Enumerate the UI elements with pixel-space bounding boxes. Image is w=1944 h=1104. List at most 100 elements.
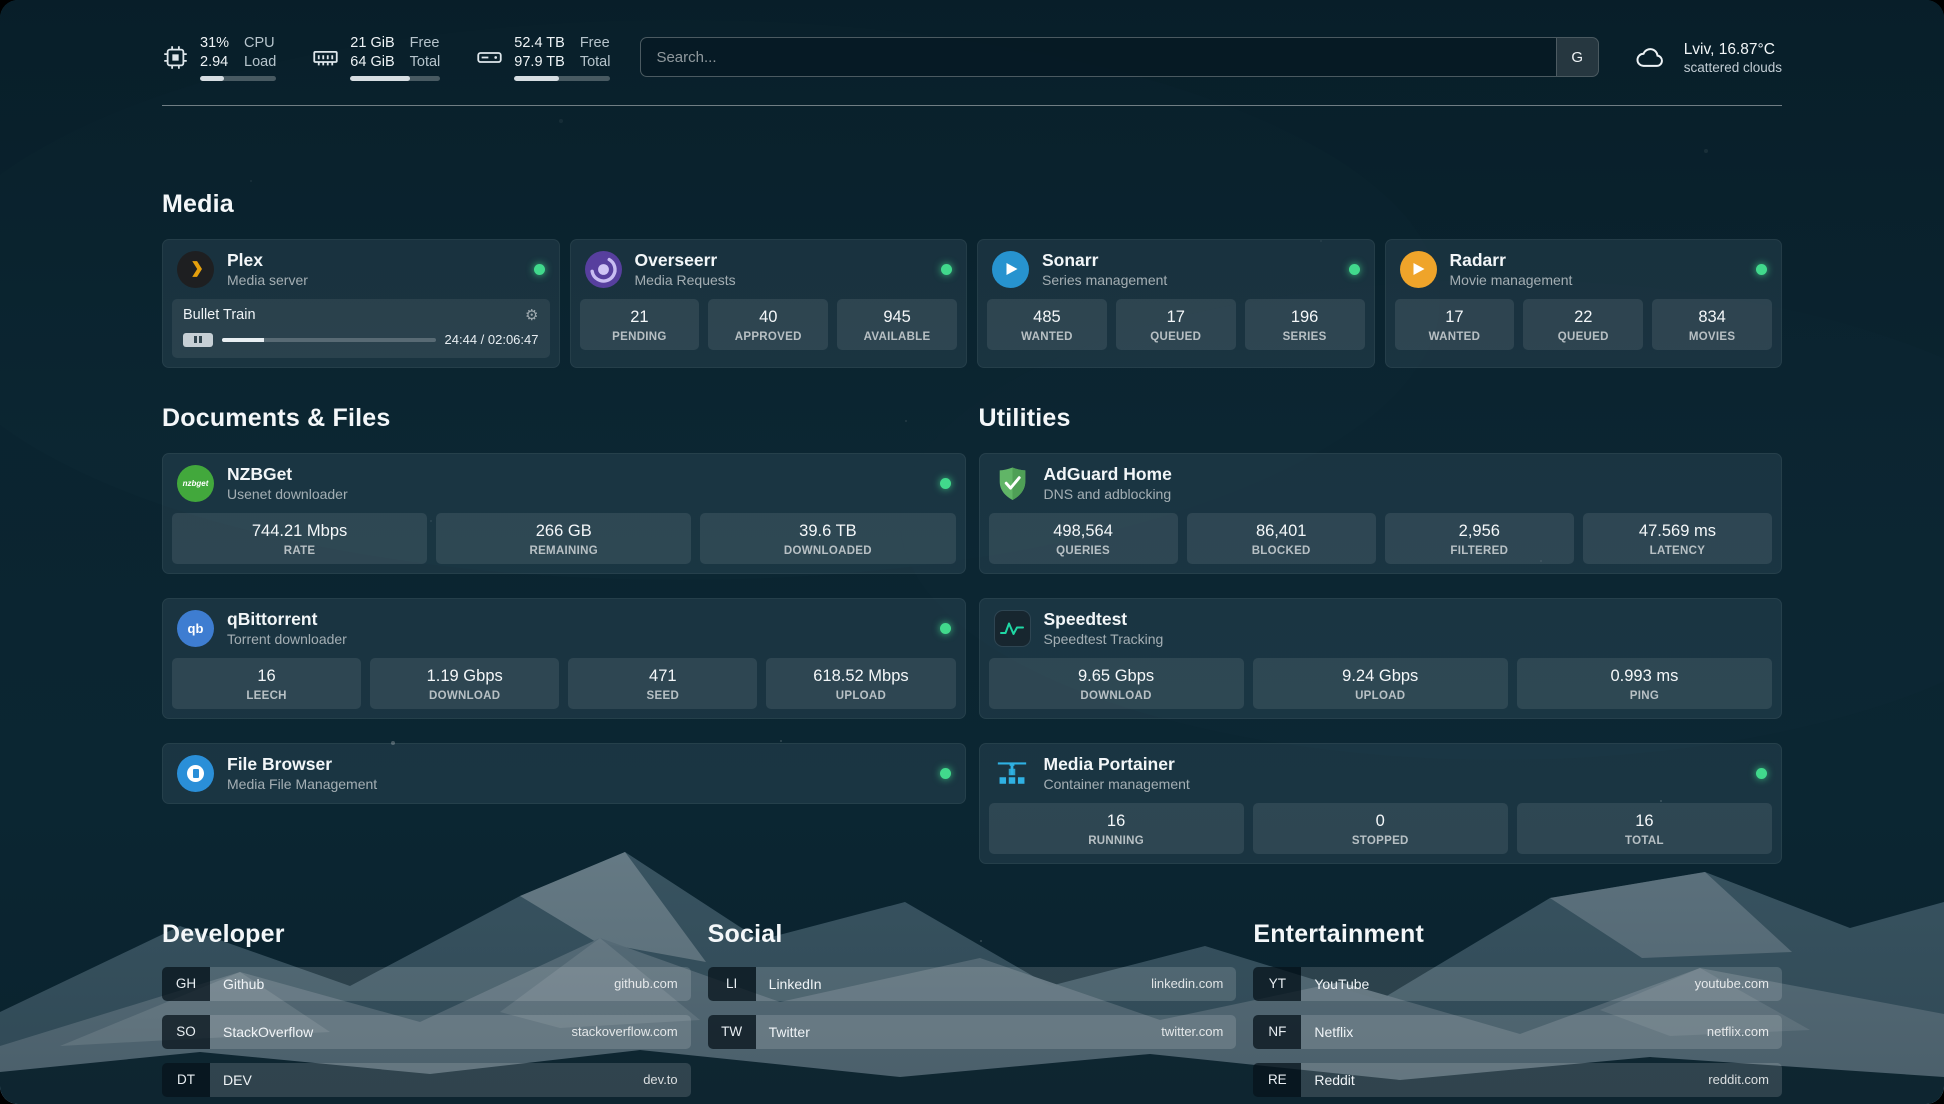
stat-value: 485 <box>991 307 1103 328</box>
stat-tile: 196 SERIES <box>1245 299 1365 349</box>
service-card-header: Media Portainer Container management <box>980 744 1782 803</box>
bookmark-link[interactable]: RE Reddit reddit.com <box>1253 1063 1782 1097</box>
stat-value: 9.65 Gbps <box>993 666 1240 687</box>
service-card[interactable]: Speedtest Speedtest Tracking 9.65 Gbps D… <box>979 598 1783 719</box>
weather-condition: scattered clouds <box>1684 60 1782 75</box>
resource-label: Free <box>410 34 441 53</box>
bookmark-body: Github github.com <box>210 967 691 1001</box>
adguard-icon <box>994 465 1031 502</box>
bookmark-name: Github <box>223 976 264 992</box>
bookmark-link[interactable]: TW Twitter twitter.com <box>708 1015 1237 1049</box>
stat-value: 618.52 Mbps <box>770 666 951 687</box>
disk-icon <box>476 44 503 71</box>
stat-value: 16 <box>176 666 357 687</box>
service-description: Series management <box>1042 272 1167 290</box>
bookmark-abbr: GH <box>162 967 210 1001</box>
stat-label: UPLOAD <box>770 690 951 702</box>
service-card-header: File Browser Media File Management <box>163 744 965 803</box>
stat-value: 0 <box>1257 811 1504 832</box>
overseerr-icon <box>585 251 622 288</box>
service-name: Overseerr <box>635 250 736 272</box>
stat-value: 86,401 <box>1191 521 1372 542</box>
service-card[interactable]: File Browser Media File Management <box>162 743 966 804</box>
status-indicator <box>1756 264 1767 275</box>
service-card[interactable]: Plex Media server Bullet Train ⚙ 24:44 /… <box>162 239 560 368</box>
now-playing-widget: Bullet Train ⚙ 24:44 / 02:06:47 <box>172 299 550 358</box>
resource-readout: 31% CPU 2.94 Load <box>200 34 276 72</box>
bookmark-link[interactable]: LI LinkedIn linkedin.com <box>708 967 1237 1001</box>
bookmark-list: LI LinkedIn linkedin.com TW Twitter twit… <box>708 967 1237 1049</box>
stat-value: 17 <box>1399 307 1511 328</box>
service-card[interactable]: Sonarr Series management 485 WANTED 17 Q… <box>977 239 1375 368</box>
bookmark-domain: github.com <box>614 976 678 991</box>
stat-value: 9.24 Gbps <box>1257 666 1504 687</box>
service-name: AdGuard Home <box>1044 464 1172 486</box>
bookmark-domain: twitter.com <box>1161 1024 1223 1039</box>
stat-tile: 16 TOTAL <box>1517 803 1772 853</box>
stat-tile: 9.65 Gbps DOWNLOAD <box>989 658 1244 708</box>
resource-label: CPU <box>244 34 276 53</box>
bookmark-name: YouTube <box>1314 976 1369 992</box>
stat-label: UPLOAD <box>1257 690 1504 702</box>
stat-label: QUEUED <box>1527 331 1639 343</box>
stat-label: STOPPED <box>1257 835 1504 847</box>
stat-value: 17 <box>1120 307 1232 328</box>
service-card[interactable]: AdGuard Home DNS and adblocking 498,564 … <box>979 453 1783 574</box>
service-text: Radarr Movie management <box>1450 250 1573 289</box>
service-text: qBittorrent Torrent downloader <box>227 609 347 648</box>
service-card-header: Overseerr Media Requests <box>571 240 967 299</box>
service-card-header: nzbget NZBGet Usenet downloader <box>163 454 965 513</box>
bookmark-link[interactable]: NF Netflix netflix.com <box>1253 1015 1782 1049</box>
stat-tile: 0 STOPPED <box>1253 803 1508 853</box>
gear-icon[interactable]: ⚙ <box>525 308 538 323</box>
stat-value: 47.569 ms <box>1587 521 1768 542</box>
resource-progress-track <box>514 76 610 81</box>
service-description: Usenet downloader <box>227 486 348 504</box>
bookmark-group: Developer GH Github github.com SO StackO… <box>162 920 691 1097</box>
bookmark-link[interactable]: YT YouTube youtube.com <box>1253 967 1782 1001</box>
playback-progress-fill <box>222 338 264 342</box>
bookmark-link[interactable]: SO StackOverflow stackoverflow.com <box>162 1015 691 1049</box>
resource-value: 21 GiB <box>350 34 394 53</box>
bookmark-body: Reddit reddit.com <box>1301 1063 1782 1097</box>
bookmark-abbr: SO <box>162 1015 210 1049</box>
service-description: Media File Management <box>227 776 377 794</box>
stat-tile: 16 LEECH <box>172 658 361 708</box>
service-card[interactable]: qb qBittorrent Torrent downloader 16 LEE… <box>162 598 966 719</box>
cloud-icon <box>1629 41 1671 73</box>
stat-tile: 39.6 TB DOWNLOADED <box>700 513 955 563</box>
stat-label: MOVIES <box>1656 331 1768 343</box>
service-description: Torrent downloader <box>227 631 347 649</box>
search-provider-button[interactable]: G <box>1556 38 1598 76</box>
search-input[interactable] <box>641 38 1555 76</box>
service-card[interactable]: Overseerr Media Requests 21 PENDING 40 A… <box>570 239 968 368</box>
weather-location: Lviv, 16.87°C <box>1684 40 1782 60</box>
pause-icon[interactable] <box>183 333 213 347</box>
stat-tile: 17 QUEUED <box>1116 299 1236 349</box>
stat-tile: 9.24 Gbps UPLOAD <box>1253 658 1508 708</box>
stat-value: 744.21 Mbps <box>176 521 423 542</box>
resource-label-secondary: Total <box>580 53 611 72</box>
resource-progress-track <box>200 76 276 81</box>
bookmark-group-title: Developer <box>162 920 691 949</box>
section-title-media: Media <box>162 190 1782 219</box>
bookmark-abbr: DT <box>162 1063 210 1097</box>
service-card[interactable]: Media Portainer Container management 16 … <box>979 743 1783 864</box>
stat-value: 16 <box>993 811 1240 832</box>
bookmark-link[interactable]: GH Github github.com <box>162 967 691 1001</box>
status-indicator <box>941 264 952 275</box>
bookmark-body: LinkedIn linkedin.com <box>756 967 1237 1001</box>
service-card[interactable]: nzbget NZBGet Usenet downloader 744.21 M… <box>162 453 966 574</box>
bookmark-name: Netflix <box>1314 1024 1353 1040</box>
resource-value-secondary: 64 GiB <box>350 53 394 72</box>
stat-tile: 16 RUNNING <box>989 803 1244 853</box>
service-card[interactable]: Radarr Movie management 17 WANTED 22 QUE… <box>1385 239 1783 368</box>
bookmark-group-title: Entertainment <box>1253 920 1782 949</box>
bookmark-link[interactable]: DT DEV dev.to <box>162 1063 691 1097</box>
resource-widget: 31% CPU 2.94 Load <box>162 34 276 81</box>
section-utilities: Utilities AdGuard Home DNS and adblockin… <box>979 404 1783 863</box>
service-stats: 21 PENDING 40 APPROVED 945 AVAILABLE <box>571 299 967 358</box>
stat-tile: 1.19 Gbps DOWNLOAD <box>370 658 559 708</box>
stat-tile: 17 WANTED <box>1395 299 1515 349</box>
stat-tile: 471 SEED <box>568 658 757 708</box>
